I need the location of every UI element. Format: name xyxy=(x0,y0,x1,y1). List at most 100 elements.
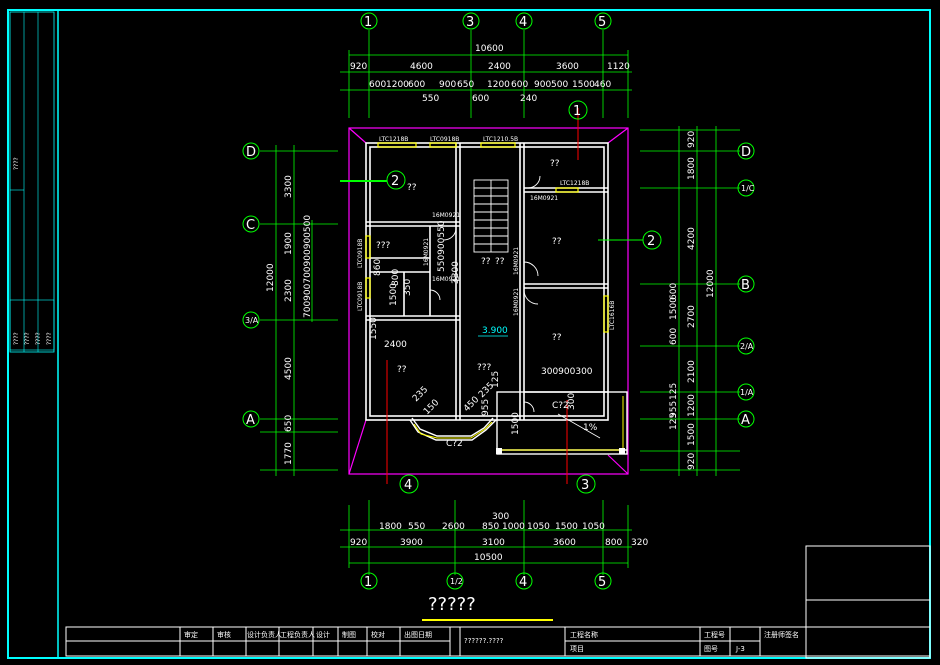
axis-label: A xyxy=(741,413,750,428)
room-label: ?? xyxy=(552,333,562,343)
svg-text:920: 920 xyxy=(687,453,697,470)
svg-text:125: 125 xyxy=(491,371,501,388)
svg-text:1770: 1770 xyxy=(284,442,294,465)
svg-text:1050: 1050 xyxy=(582,522,605,532)
svg-text:500: 500 xyxy=(551,80,568,90)
axis-label: 1/A xyxy=(740,388,754,397)
svg-text:LTC0918B: LTC0918B xyxy=(357,282,364,311)
project-no-label: 工程号 xyxy=(704,630,725,639)
svg-text:4: 4 xyxy=(404,478,412,493)
svg-text:4500: 4500 xyxy=(284,357,294,380)
svg-text:校对: 校对 xyxy=(371,630,385,639)
svg-text:1500: 1500 xyxy=(511,412,521,435)
project-label: 项目 xyxy=(570,645,584,653)
svg-text:LTC1616B: LTC1616B xyxy=(609,301,616,330)
svg-text:920: 920 xyxy=(687,131,697,148)
svg-text:2600: 2600 xyxy=(442,522,465,532)
bottom-dims-row1: 1800 550 2600 850 1000 1050 1500 1050 xyxy=(379,522,605,532)
svg-text:1500: 1500 xyxy=(687,423,697,446)
registered-label: 注册师签名 xyxy=(764,630,799,639)
svg-text:2400: 2400 xyxy=(384,340,407,350)
svg-text:1500: 1500 xyxy=(555,522,578,532)
balcony-post xyxy=(619,448,625,454)
svg-text:1: 1 xyxy=(573,104,581,119)
svg-text:235: 235 xyxy=(411,385,430,404)
left-dimensions xyxy=(260,145,338,476)
svg-text:3600: 3600 xyxy=(553,538,576,548)
drawing-no: J-3 xyxy=(735,645,745,653)
svg-text:1200: 1200 xyxy=(487,80,510,90)
axis-label: 3/A xyxy=(245,316,259,325)
bottom-axis-bubbles: 1 1/2 4 5 xyxy=(360,572,612,590)
svg-text:650: 650 xyxy=(457,80,474,90)
svg-text:600: 600 xyxy=(369,80,386,90)
axis-label: 4 xyxy=(519,15,527,30)
room-label: ?? xyxy=(550,159,560,169)
svg-text:550900550: 550900550 xyxy=(437,220,447,272)
svg-text:3300: 3300 xyxy=(451,261,461,284)
svg-text:1050: 1050 xyxy=(527,522,550,532)
room-label: ?? xyxy=(552,237,562,247)
room-label: ?? xyxy=(495,257,505,267)
svg-text:550: 550 xyxy=(422,94,439,104)
axis-label: D xyxy=(741,145,751,160)
svg-text:LTC1210.5B: LTC1210.5B xyxy=(483,136,518,143)
svg-text:LTC0918B: LTC0918B xyxy=(357,239,364,268)
svg-text:审定: 审定 xyxy=(184,630,198,639)
sidebar: ???? ???? ???? ???? ???? xyxy=(9,11,55,353)
svg-text:320: 320 xyxy=(631,538,648,548)
svg-text:LTC1218B: LTC1218B xyxy=(560,180,589,187)
svg-text:审核: 审核 xyxy=(217,630,231,639)
left-dims-inner: 700900700900900500 xyxy=(303,215,313,318)
drawing-frame xyxy=(7,9,931,659)
svg-text:1800: 1800 xyxy=(687,157,697,180)
axis-label: 4 xyxy=(519,575,527,590)
room-label: ?? xyxy=(407,183,417,193)
project-name-label: 工程名称 xyxy=(570,630,598,639)
drawing-title: ????? xyxy=(428,594,476,615)
svg-text:600: 600 xyxy=(408,80,425,90)
title-block-headers: 审定 审核 设计负责人 工程负责人 设计 制图 校对 出图日期 xyxy=(184,630,432,639)
svg-text:850: 850 xyxy=(482,522,499,532)
svg-text:2: 2 xyxy=(391,174,399,189)
svg-text:LTC0918B: LTC0918B xyxy=(430,136,459,143)
svg-text:2100: 2100 xyxy=(687,360,697,383)
svg-text:制图: 制图 xyxy=(342,630,356,639)
svg-text:4600: 4600 xyxy=(410,62,433,72)
svg-text:300900300: 300900300 xyxy=(541,367,593,377)
svg-text:1550: 1550 xyxy=(369,317,379,340)
svg-text:900: 900 xyxy=(534,80,551,90)
axis-label: D xyxy=(246,145,256,160)
axis-label: B xyxy=(741,278,750,293)
balcony-label: C?2 xyxy=(552,401,569,411)
svg-text:900: 900 xyxy=(439,80,456,90)
slope-label: 1% xyxy=(583,423,598,433)
svg-text:955: 955 xyxy=(481,399,491,416)
sidebar-label: ???? xyxy=(13,332,20,345)
svg-text:3300: 3300 xyxy=(284,175,294,198)
svg-text:设计负责人: 设计负责人 xyxy=(247,630,282,639)
svg-text:450: 450 xyxy=(462,395,481,414)
room-label: ?? xyxy=(397,365,407,375)
axis-label: 1 xyxy=(364,15,372,30)
top-dims-row3: 550 600 240 xyxy=(422,94,537,104)
svg-text:16M0921: 16M0921 xyxy=(423,238,430,266)
svg-text:150: 150 xyxy=(422,398,441,417)
svg-text:16M0921: 16M0921 xyxy=(513,247,520,275)
axis-label: 1/C xyxy=(741,184,755,193)
svg-text:860: 860 xyxy=(373,259,383,276)
balcony-post xyxy=(496,448,502,454)
svg-text:1200: 1200 xyxy=(386,80,409,90)
svg-text:1500: 1500 xyxy=(572,80,595,90)
svg-text:3900: 3900 xyxy=(400,538,423,548)
svg-text:16M0921: 16M0921 xyxy=(513,288,520,316)
svg-text:2400: 2400 xyxy=(488,62,511,72)
svg-text:125: 125 xyxy=(669,383,679,400)
windows xyxy=(365,142,609,333)
svg-text:工程负责人: 工程负责人 xyxy=(280,630,315,639)
sidebar-label: ???? xyxy=(35,332,42,345)
svg-text:LTC1218B: LTC1218B xyxy=(379,136,408,143)
axis-label: 5 xyxy=(598,15,606,30)
room-label: ??? xyxy=(477,363,492,373)
elevation-mark: 3.900 xyxy=(482,326,508,336)
